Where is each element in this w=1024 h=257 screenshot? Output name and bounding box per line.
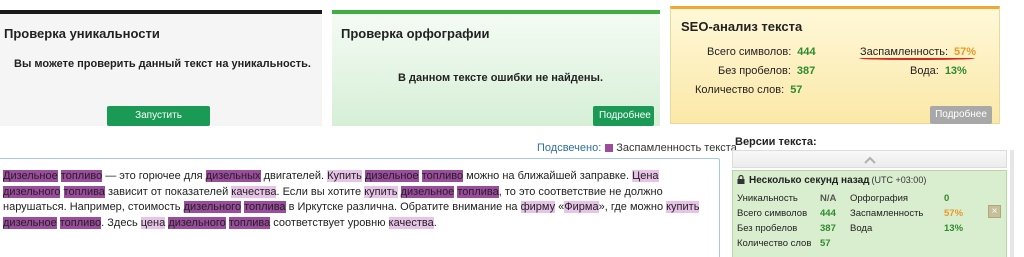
version-total: Всего символов 444 [737,208,836,219]
seo-words-label: Количество слов: [695,84,785,96]
seo-water: Вода: 13% [910,65,967,77]
highlighted-word: Дизельное [3,170,58,182]
text-fragment: двигателей. [260,170,328,182]
version-time: Несколько секунд назад [749,175,870,186]
seo-spam-value: 57% [954,46,977,58]
spelling-details-button[interactable]: Подробнее [593,106,654,126]
highlighted-word-light: цена [140,216,166,229]
version-water-label: Вода [850,223,873,234]
seo-details-button[interactable]: Подробнее [930,106,992,124]
text-fragment: — это горючее для [102,170,206,182]
seo-no-spaces-value: 387 [796,65,816,77]
versions-title: Версии текста: [735,136,817,148]
scrollbar[interactable] [1010,150,1014,257]
version-nospace-value: 387 [820,223,836,234]
version-total-value: 444 [820,208,836,219]
text-fragment: . Если вы хотите [276,185,365,198]
version-water-value: 13% [944,223,964,234]
uniqueness-title: Проверка уникальности [4,26,160,41]
highlighted-word-light: Фирма [564,201,599,214]
highlighted-word-light: Цена [632,170,659,182]
highlighted-word: топлива [228,216,271,229]
highlighted-word: топлива [63,185,105,198]
highlighted-word: дизельное [3,216,57,229]
seo-water-label: Вода: [910,65,939,77]
text-editor[interactable]: Дизельное топливо — это горючее для дизе… [0,158,720,257]
text-fragment: можно на ближайшей заправке. [463,170,633,182]
highlight-legend-label[interactable]: Заспамленность текста [616,142,737,154]
text-fragment: соответствует уровню [270,216,389,229]
seo-total-chars-value: 444 [797,46,816,58]
highlighted-word: дизельное [364,170,419,182]
version-item[interactable]: Несколько секунд назад (UTC +03:00) Уника… [732,170,1007,257]
seo-no-spaces-label: Без пробелов: [718,65,791,77]
highlighted-word: дизельного [168,216,226,229]
seo-water-value: 13% [944,65,967,77]
highlighted-word: топлива [457,185,499,198]
version-water: Вода 13% [850,223,963,234]
highlighted-word: топливо [60,170,103,182]
highlighted-word: топлива [244,201,286,214]
highlight-swatch [605,144,614,152]
highlighted-word-light: качества [388,216,434,229]
run-check-button[interactable]: Запустить проверку [107,106,210,141]
highlighted-word: дизельного [3,185,61,198]
spelling-panel: Проверка орфографии В данном тексте ошиб… [332,10,660,126]
version-spelling-value: 0 [944,193,950,204]
text-fragment: . [433,216,437,229]
highlight-prefix: Подсвечено: [537,142,602,154]
text-fragment: зависит от показателей [104,185,232,198]
version-timezone: (UTC +03:00) [871,175,927,185]
version-uniqueness-label: Уникальность [737,193,798,204]
highlighted-word-light: фирму [520,201,556,214]
text-fragment: в Иркутске различна. Обратите внимание н… [285,201,521,214]
spam-underline [859,57,975,60]
seo-words: Количество слов: 57 [695,84,802,96]
version-total-label: Всего символов [737,208,808,219]
highlighted-word-light: качества [231,185,277,198]
text-fragment: « [555,201,565,214]
highlighted-word-light: купить [364,185,398,198]
lock-icon [737,174,745,187]
version-nospace: Без пробелов 387 [737,223,836,234]
spelling-message: В данном тексте ошибки не найдены. [398,72,604,84]
seo-words-value: 57 [790,84,803,96]
version-nospace-label: Без пробелов [737,223,798,234]
seo-total-chars: Всего символов: 444 [707,46,816,58]
uniqueness-panel: Проверка уникальности Вы можете проверит… [0,10,322,141]
version-uniqueness-value: N/A [820,193,837,204]
highlighted-word-light: Купить [327,170,362,182]
version-header: Несколько секунд назад (UTC +03:00) [737,174,927,187]
highlighted-word: топливо [59,216,102,229]
version-spelling: Орфография 0 [850,193,949,204]
spelling-title: Проверка орфографии [341,26,490,41]
highlighted-word: дизельное [400,185,455,198]
highlighted-word: дизельного [183,201,242,214]
seo-total-chars-label: Всего символов: [707,46,792,58]
seo-title: SEO-анализ текста [681,19,803,34]
version-spam-value: 57% [944,208,964,219]
version-words: Количество слов 57 [737,238,831,249]
text-content[interactable]: Дизельное топливо — это горючее для дизе… [0,159,713,231]
version-spam: Заспамленность 57% [850,208,963,219]
chevron-up-icon [863,156,876,164]
highlight-legend: Подсвечено: Заспамленность текста [537,142,737,154]
version-spelling-label: Орфография [850,193,909,204]
version-uniqueness: Уникальность N/A [737,193,836,204]
seo-panel: SEO-анализ текста Всего символов: 444 Без… [670,6,1000,124]
version-words-value: 57 [820,238,831,249]
version-spam-label: Заспамленность [850,208,924,219]
versions-scroll-up[interactable] [732,150,1007,168]
text-fragment: . Здесь [101,216,141,229]
text-fragment: », где можно [598,201,667,214]
highlighted-word-light: купить [666,201,700,214]
uniqueness-message: Вы можете проверить данный текст на уник… [14,58,311,70]
seo-no-spaces: Без пробелов: 387 [718,65,815,77]
highlighted-word: дизельных [205,170,261,182]
highlighted-word: топливо [421,170,464,182]
close-icon[interactable]: × [988,205,1001,218]
version-words-label: Количество слов [737,238,812,249]
